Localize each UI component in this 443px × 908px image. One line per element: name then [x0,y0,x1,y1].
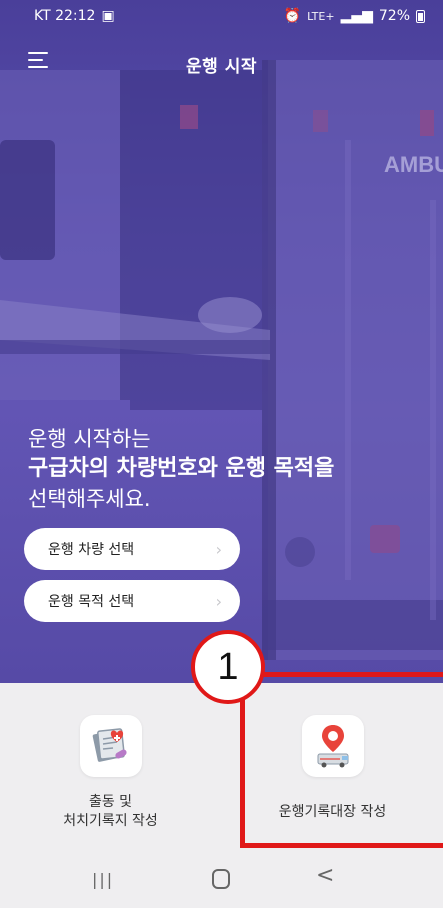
status-time: KT 22:12 [34,8,96,24]
page-title: 운행 시작 [186,57,257,77]
operation-log-card[interactable]: 운행기록대장 작성 [222,683,443,853]
chevron-right-icon: › [215,592,222,611]
back-icon[interactable]: < [316,863,334,888]
medical-record-icon [79,715,142,777]
chevron-right-icon: › [215,540,222,559]
instruction-text: 운행 시작하는 구급차의 차량번호와 운행 목적을 선택해주세요. [28,424,334,514]
alarm-icon: ⏰ [283,8,302,24]
gallery-notification-icon: ▣ [101,8,115,24]
action-panel: 출동 및 처치기록지 작성 운행기록대장 작성 [0,683,443,853]
status-bar: KT 22:12 ▣ ⏰ LTE+ ▂▄▆ 72% [0,0,443,32]
instruction-line-2: 구급차의 차량번호와 운행 목적을 [28,456,335,481]
select-purpose-label: 운행 목적 선택 [48,594,135,610]
battery-icon [416,9,425,23]
dispatch-record-label-line-2: 처치기록지 작성 [63,813,158,829]
operation-log-label: 운행기록대장 작성 [278,804,387,820]
annotation-number-badge: 1 [191,630,265,704]
vehicle-lettering: AMBU [384,152,443,177]
ambulance-location-icon [301,715,364,777]
dispatch-record-label: 출동 및 처치기록지 작성 [0,793,221,831]
home-icon[interactable] [212,869,230,889]
hero-section: AMBU KT 22:12 ▣ ⏰ LTE+ ▂▄▆ 72% 운행 시작 운행 … [0,0,443,683]
signal-bars-icon: ▂▄▆ [340,8,373,24]
instruction-line-3: 선택해주세요. [28,487,151,511]
signal-text: LTE+ [307,9,335,23]
dispatch-record-label-line-1: 출동 및 [88,794,133,810]
dispatch-record-card[interactable]: 출동 및 처치기록지 작성 [0,683,221,853]
select-vehicle-label: 운행 차량 선택 [48,542,135,558]
select-vehicle-button[interactable]: 운행 차량 선택 › [24,528,240,570]
battery-percent: 72% [378,8,410,24]
select-purpose-button[interactable]: 운행 목적 선택 › [24,580,240,622]
instruction-line-1: 운행 시작하는 [28,427,151,451]
app-bar: 운행 시작 [0,40,443,84]
recent-apps-icon[interactable]: ||| [92,870,114,889]
system-navigation-bar: ||| < [0,853,443,908]
